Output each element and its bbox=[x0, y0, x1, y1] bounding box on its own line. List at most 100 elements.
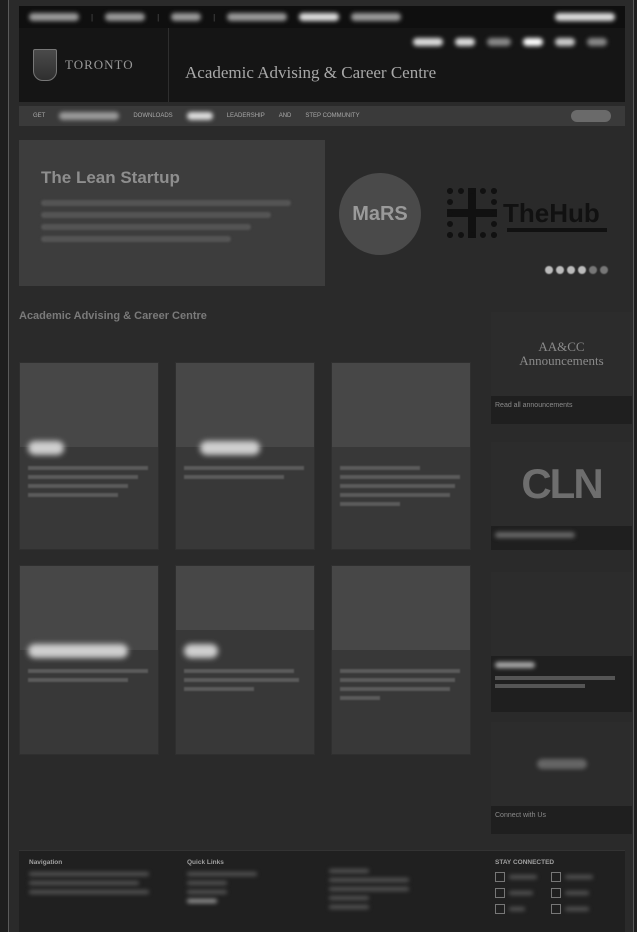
card[interactable] bbox=[19, 362, 159, 550]
nav-item[interactable]: STEP COMMUNITY bbox=[305, 113, 359, 119]
footer-col-quick: Quick Links bbox=[187, 859, 257, 908]
text-line bbox=[340, 678, 455, 682]
utility-link[interactable] bbox=[227, 13, 288, 21]
sidebar-item-announcements[interactable]: AA&CC Announcements Read all announcement… bbox=[491, 312, 632, 424]
divider: | bbox=[157, 12, 160, 22]
search-input[interactable] bbox=[571, 110, 611, 122]
card-label bbox=[184, 644, 218, 658]
header-nav bbox=[413, 38, 607, 46]
nav-item[interactable] bbox=[59, 112, 120, 120]
connect-caption[interactable]: Connect with Us bbox=[491, 806, 632, 827]
text-line bbox=[495, 684, 585, 688]
text-line bbox=[495, 676, 615, 680]
footer-link[interactable] bbox=[187, 890, 257, 896]
footer-heading: STAY CONNECTED bbox=[495, 859, 555, 866]
nav-item[interactable]: AND bbox=[279, 113, 292, 119]
nav-item[interactable]: LEADERSHIP bbox=[227, 113, 265, 119]
social-icons bbox=[536, 759, 587, 769]
carousel-dot[interactable] bbox=[545, 266, 553, 274]
connect-box bbox=[491, 722, 632, 806]
social-icon bbox=[495, 872, 505, 882]
footer-link[interactable] bbox=[329, 878, 409, 884]
card[interactable] bbox=[19, 565, 159, 755]
social-link[interactable] bbox=[551, 904, 593, 914]
card-label bbox=[200, 441, 260, 455]
social-link[interactable] bbox=[495, 872, 537, 882]
text-line bbox=[184, 678, 299, 682]
footer-link[interactable] bbox=[329, 869, 409, 875]
text-line bbox=[340, 493, 450, 497]
utility-right bbox=[555, 13, 615, 21]
header-link[interactable] bbox=[455, 38, 475, 46]
social-link[interactable] bbox=[495, 904, 537, 914]
footer-link[interactable] bbox=[187, 881, 257, 887]
card[interactable] bbox=[175, 565, 315, 755]
hero-text-line bbox=[41, 224, 251, 230]
hub-subtitle bbox=[507, 228, 607, 232]
logo[interactable]: TORONTO bbox=[19, 28, 169, 102]
carousel-dot[interactable] bbox=[578, 266, 586, 274]
footer-link[interactable] bbox=[187, 872, 257, 878]
utility-link[interactable] bbox=[105, 13, 146, 21]
header-link[interactable] bbox=[413, 38, 443, 46]
text-line bbox=[184, 669, 294, 673]
section-title: Academic Advising & Career Centre bbox=[19, 310, 207, 322]
site-title: Academic Advising & Career Centre bbox=[185, 63, 437, 82]
text-line bbox=[184, 475, 284, 479]
header-link[interactable] bbox=[555, 38, 575, 46]
card-body bbox=[332, 650, 470, 713]
sidebar-item-video[interactable] bbox=[491, 572, 632, 712]
cln-box: CLN bbox=[491, 442, 632, 526]
social-icon bbox=[551, 872, 561, 882]
nav-item[interactable]: GET bbox=[33, 113, 45, 119]
footer-link[interactable] bbox=[29, 881, 149, 887]
hero-banner[interactable]: The Lean Startup bbox=[19, 140, 325, 286]
header-link[interactable] bbox=[487, 38, 511, 46]
carousel-dot[interactable] bbox=[567, 266, 575, 274]
footer-link[interactable] bbox=[29, 872, 149, 878]
utility-link[interactable] bbox=[29, 13, 79, 21]
nav-item[interactable] bbox=[186, 112, 213, 120]
carousel-dot[interactable] bbox=[600, 266, 608, 274]
sidebar-item-connect[interactable]: Connect with Us bbox=[491, 722, 632, 834]
page: | | | TORONTO Academic Advising & Career… bbox=[8, 0, 634, 932]
hub-text: TheHub bbox=[503, 197, 600, 228]
utility-link[interactable] bbox=[171, 13, 202, 21]
footer-link[interactable] bbox=[329, 896, 409, 902]
nav-item[interactable]: DOWNLOADS bbox=[133, 113, 172, 119]
social-link[interactable] bbox=[551, 872, 593, 882]
footer-link[interactable] bbox=[187, 899, 257, 905]
caption-text bbox=[495, 532, 575, 538]
carousel-dot[interactable] bbox=[589, 266, 597, 274]
card-image bbox=[176, 363, 314, 455]
card[interactable] bbox=[175, 362, 315, 550]
utility-link[interactable] bbox=[299, 13, 340, 21]
card[interactable] bbox=[331, 362, 471, 550]
utility-link[interactable] bbox=[351, 13, 402, 21]
social-icon bbox=[551, 888, 561, 898]
divider: | bbox=[213, 12, 216, 22]
utility-link[interactable] bbox=[555, 13, 615, 21]
announcements-caption[interactable]: Read all announcements bbox=[491, 396, 632, 417]
header-link[interactable] bbox=[523, 38, 543, 46]
footer-link[interactable] bbox=[29, 890, 149, 896]
header-link[interactable] bbox=[587, 38, 607, 46]
footer-col-more bbox=[329, 859, 409, 914]
carousel-dot[interactable] bbox=[556, 266, 564, 274]
social-icon bbox=[495, 888, 505, 898]
social-link[interactable] bbox=[551, 888, 593, 898]
text-line bbox=[28, 669, 148, 673]
cln-caption[interactable] bbox=[491, 526, 632, 548]
utility-bar: | | | bbox=[19, 6, 625, 28]
footer-link[interactable] bbox=[329, 905, 409, 911]
thehub-logo: TheHub bbox=[447, 188, 607, 238]
card[interactable] bbox=[331, 565, 471, 755]
social-link[interactable] bbox=[495, 888, 537, 898]
text-line bbox=[28, 678, 128, 682]
video-caption[interactable] bbox=[491, 656, 632, 696]
cln-logo: CLN bbox=[521, 460, 603, 507]
sidebar-item-cln[interactable]: CLN bbox=[491, 442, 632, 550]
text-line bbox=[340, 696, 380, 700]
text-line bbox=[28, 466, 148, 470]
footer-link[interactable] bbox=[329, 887, 409, 893]
